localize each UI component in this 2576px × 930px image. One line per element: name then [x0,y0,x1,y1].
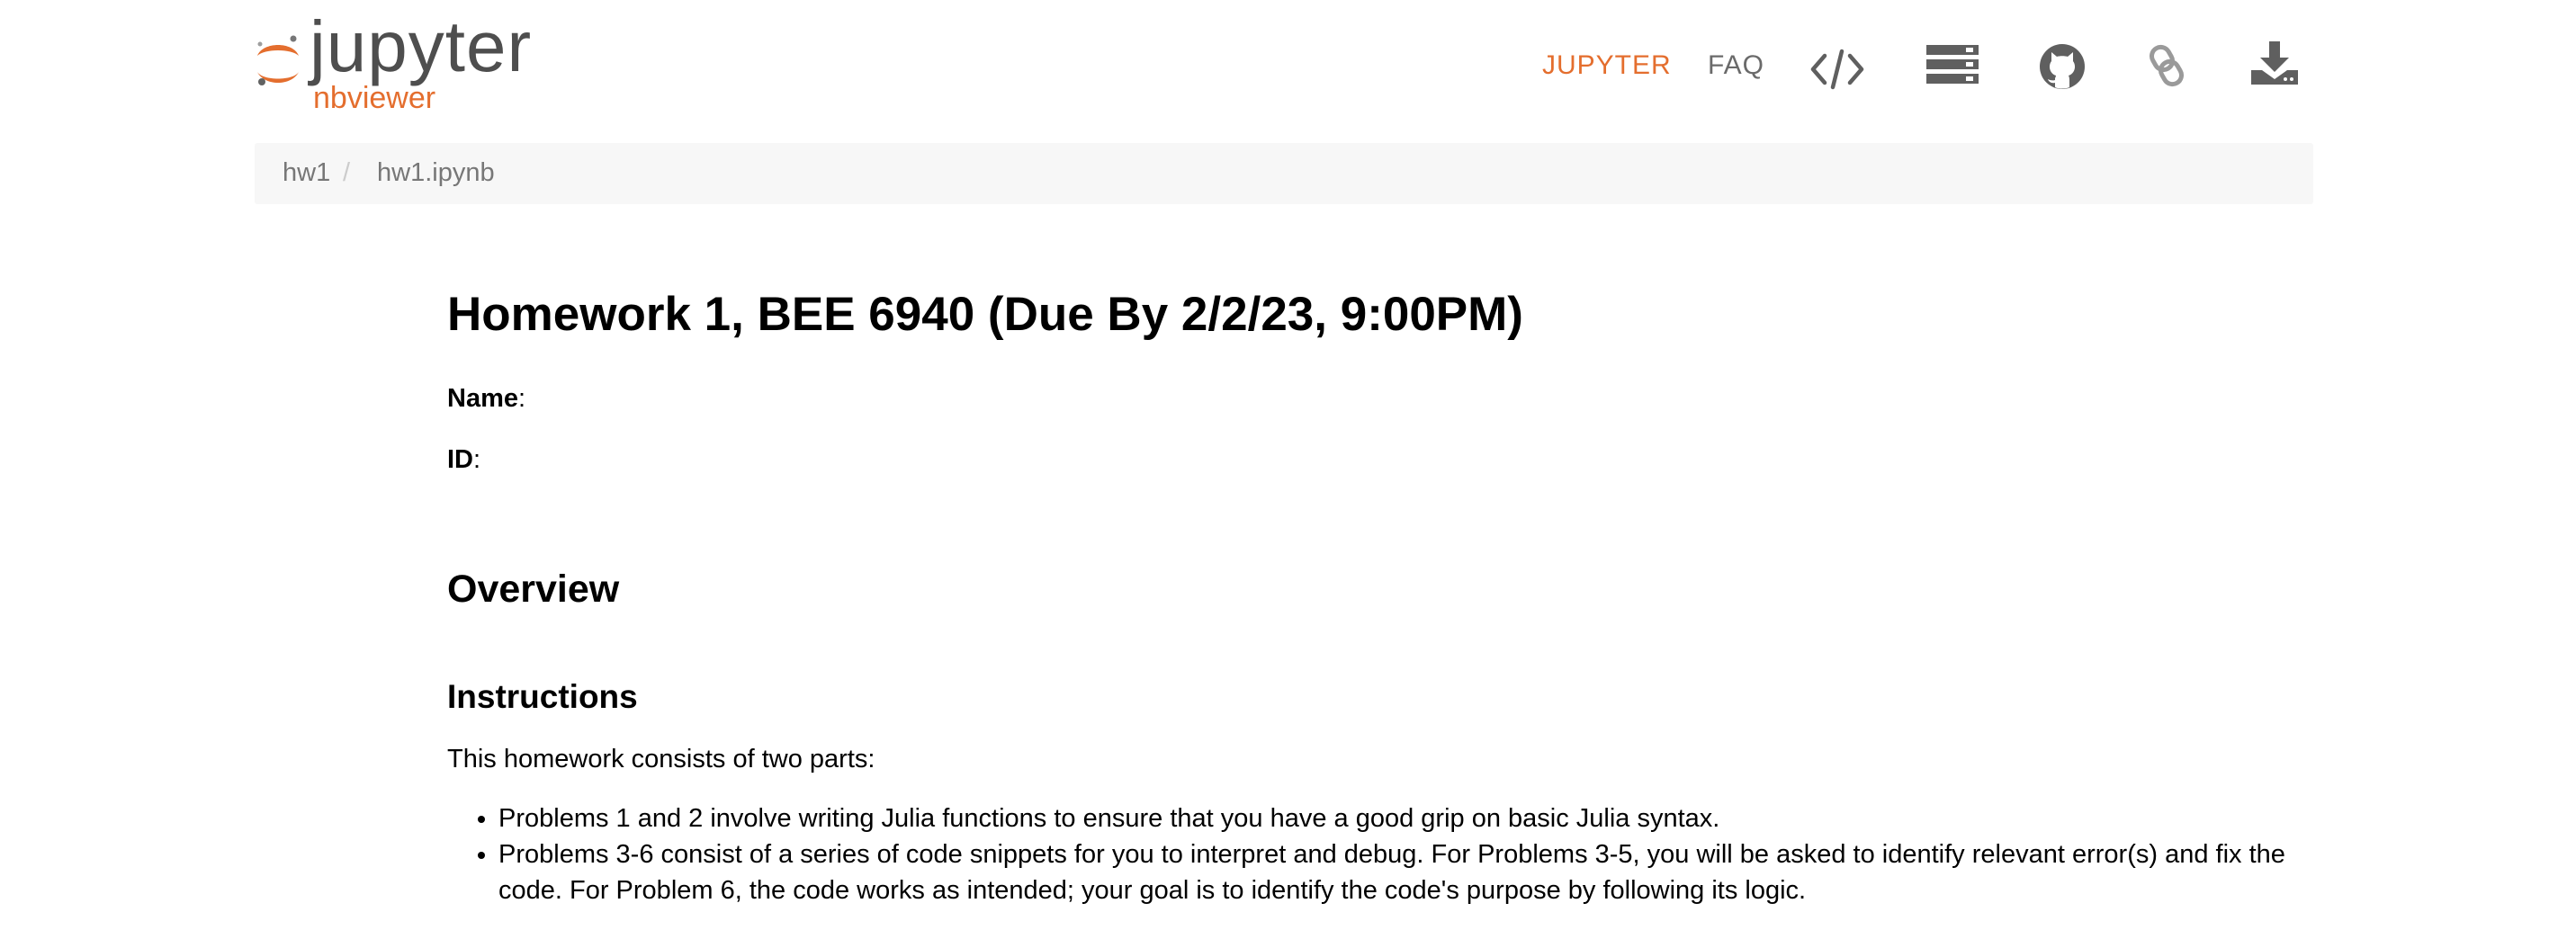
code-icon[interactable] [1810,49,1864,90]
name-field: Name: [447,383,525,415]
github-icon[interactable] [2039,43,2086,90]
link-icon[interactable] [2149,43,2185,88]
nav-faq-link[interactable]: FAQ [1708,52,1764,79]
id-field: ID: [447,444,480,476]
instructions-list: Problems 1 and 2 involve writing Julia f… [447,800,2289,908]
top-navbar: jupyter nbviewer JUPYTER FAQ [0,0,2576,135]
overview-heading: Overview [447,568,620,611]
jupyter-logo-icon [257,35,299,85]
id-colon: : [473,445,481,474]
intro-paragraph: This homework consists of two parts: [447,745,875,774]
download-icon[interactable] [2249,40,2300,86]
instructions-heading: Instructions [447,678,638,715]
server-icon[interactable] [1925,43,1979,86]
breadcrumb-item-notebook[interactable]: hw1.ipynb [377,158,495,188]
breadcrumb: hw1 / hw1.ipynb [255,143,2313,204]
id-label: ID [447,445,473,474]
breadcrumb-item-hw1[interactable]: hw1 [283,158,330,188]
list-item: Problems 1 and 2 involve writing Julia f… [498,800,2289,836]
logo-subtitle: nbviewer [313,81,436,115]
nav-jupyter-link[interactable]: JUPYTER [1542,52,1672,79]
name-label: Name [447,384,518,413]
logo-wordmark: jupyter [310,6,533,86]
list-item: Problems 3-6 consist of a series of code… [498,836,2289,908]
breadcrumb-separator: / [343,158,351,187]
jupyter-nbviewer-logo[interactable]: jupyter nbviewer [254,11,551,124]
page-title: Homework 1, BEE 6940 (Due By 2/2/23, 9:0… [447,288,1523,341]
name-colon: : [518,384,526,413]
